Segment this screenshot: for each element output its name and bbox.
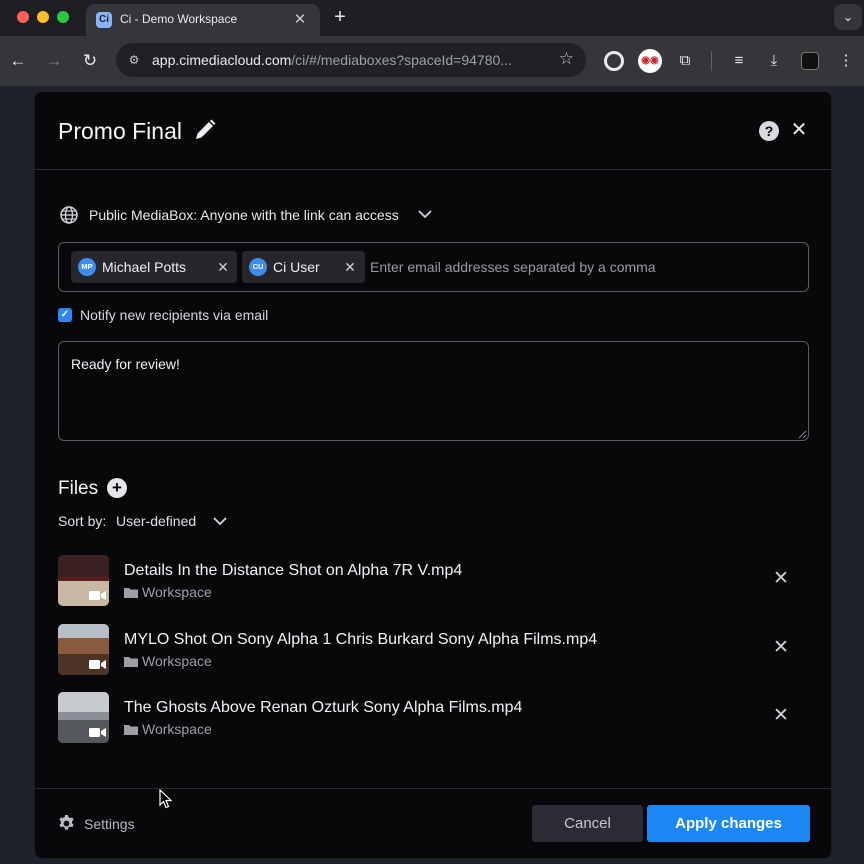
window-minimize-button[interactable] [37,11,49,23]
sort-value: User-defined [116,513,197,529]
remove-recipient-icon[interactable]: ✕ [341,257,359,277]
chevron-down-icon[interactable] [212,513,228,529]
file-name[interactable]: MYLO Shot On Sony Alpha 1 Chris Burkard … [124,631,597,649]
remove-file-icon[interactable]: ✕ [771,568,791,590]
profile-extension-icon[interactable]: ◉◉ [638,49,662,73]
gear-icon [59,814,74,830]
avatar: CU [249,258,267,276]
ci-favicon-icon: Ci [96,12,112,28]
resize-handle-icon[interactable] [797,429,807,439]
new-tab-icon[interactable]: + [329,4,351,30]
settings-label: Settings [84,816,135,832]
browser-tab-bar: Ci Ci - Demo Workspace ✕ + ⌄ [0,0,864,36]
mouse-cursor-icon [159,789,173,809]
toolbar-separator [711,51,712,71]
file-name[interactable]: Details In the Distance Shot on Alpha 7R… [124,562,462,580]
access-label: Public MediaBox: Anyone with the link ca… [89,207,399,223]
mediabox-modal: Promo Final ? ✕ Public MediaBox: Anyone … [34,91,832,859]
video-camera-icon [89,660,106,669]
video-thumbnail [58,692,109,743]
sort-label: Sort by: [58,513,107,529]
message-textarea[interactable]: Ready for review! [58,341,809,441]
notify-checkbox[interactable]: ✓ [58,308,72,322]
tab-search-chevron-icon[interactable]: ⌄ [834,4,862,30]
apply-changes-button[interactable]: Apply changes [647,805,810,842]
remove-recipient-icon[interactable]: ✕ [214,257,232,277]
site-settings-icon[interactable]: ⚙ [124,51,144,69]
window-zoom-button[interactable] [57,11,69,23]
cancel-button[interactable]: Cancel [532,805,643,842]
recipient-name: Ci User [273,259,320,275]
folder-icon [124,657,138,667]
profile-icon[interactable] [798,49,822,73]
window-close-button[interactable] [17,11,29,23]
file-row: Details In the Distance Shot on Alpha 7R… [58,555,809,607]
remove-file-icon[interactable]: ✕ [771,705,791,727]
tab-close-icon[interactable]: ✕ [290,9,310,31]
reading-list-icon[interactable]: ≡ [727,49,751,73]
browser-tab[interactable]: Ci Ci - Demo Workspace ✕ [86,4,320,36]
folder-icon [124,725,138,735]
reload-icon[interactable]: ↻ [78,49,102,73]
video-camera-icon [89,591,106,600]
forward-icon[interactable]: → [42,49,66,73]
file-location: Workspace [142,653,212,669]
back-icon[interactable]: ← [6,49,30,73]
folder-icon [124,588,138,598]
browser-toolbar: ← → ↻ ⚙ app.cimediacloud.com/ci/#/mediab… [0,36,864,86]
close-icon[interactable]: ✕ [787,118,811,142]
grammar-extension-icon[interactable] [602,49,626,73]
avatar: MP [78,258,96,276]
file-row: MYLO Shot On Sony Alpha 1 Chris Burkard … [58,624,809,676]
remove-file-icon[interactable]: ✕ [771,637,791,659]
video-thumbnail [58,624,109,675]
video-thumbnail [58,555,109,606]
globe-icon [60,206,78,224]
file-location: Workspace [142,584,212,600]
notify-label: Notify new recipients via email [80,307,269,323]
downloads-icon[interactable]: ⤓ [762,49,786,73]
help-icon[interactable]: ? [759,121,779,141]
url-text[interactable]: app.cimediacloud.com/ci/#/mediaboxes?spa… [152,52,512,68]
modal-title: Promo Final [58,118,182,144]
address-bar[interactable]: ⚙ app.cimediacloud.com/ci/#/mediaboxes?s… [116,43,586,77]
files-heading: Files [58,478,99,499]
recipient-chip: MP Michael Potts ✕ [71,251,237,283]
email-input[interactable] [370,257,790,277]
chrome-menu-icon[interactable]: ⋮ [834,49,858,73]
chevron-down-icon[interactable] [417,206,433,222]
file-row: The Ghosts Above Renan Ozturk Sony Alpha… [58,692,809,744]
extension-icon[interactable]: ⧉ [673,49,697,73]
recipient-chip: CU Ci User ✕ [242,251,365,283]
bookmark-star-icon[interactable]: ☆ [559,49,574,69]
header-divider [35,169,831,170]
file-name[interactable]: The Ghosts Above Renan Ozturk Sony Alpha… [124,699,522,717]
video-camera-icon [89,728,106,737]
recipient-name: Michael Potts [102,259,187,275]
add-file-icon[interactable]: + [107,478,127,498]
tab-title: Ci - Demo Workspace [120,12,238,26]
file-location: Workspace [142,721,212,737]
pencil-icon[interactable] [193,118,217,142]
footer-divider [35,788,831,789]
recipients-field[interactable]: MP Michael Potts ✕ CU Ci User ✕ [58,242,809,292]
